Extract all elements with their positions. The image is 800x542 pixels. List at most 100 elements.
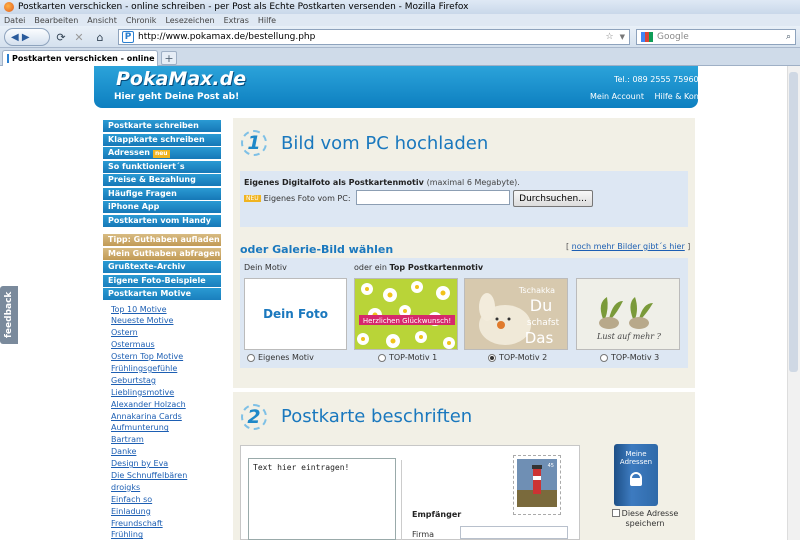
- top-motif-3-thumb[interactable]: Lust auf mehr ?: [576, 278, 680, 350]
- motive-link[interactable]: Ostermaus: [103, 340, 221, 352]
- own-motif-label: Dein Motiv: [244, 263, 287, 272]
- sidebar-item-motive[interactable]: Postkarten Motive: [103, 288, 221, 300]
- motive-link[interactable]: Einfach so: [103, 495, 221, 507]
- motive-link[interactable]: Bartram: [103, 435, 221, 447]
- gallery-heading: oder Galerie-Bild wählen: [240, 243, 394, 256]
- motive-link[interactable]: Lieblingsmotive: [103, 388, 221, 400]
- reload-icon[interactable]: ⟳: [54, 29, 68, 45]
- motive-link[interactable]: Geburtstag: [103, 376, 221, 388]
- svg-text:45: 45: [548, 463, 554, 469]
- radio-label: TOP-Motiv 3: [611, 353, 660, 362]
- url-bar[interactable]: P http://www.pokamax.de/bestellung.php ☆…: [118, 29, 630, 45]
- sidebar-item-klappkarte[interactable]: Klappkarte schreiben: [103, 133, 221, 146]
- sidebar-item-guthaben-aufladen[interactable]: Tipp: Guthaben aufladen: [103, 234, 221, 246]
- new-tab-button[interactable]: +: [161, 51, 177, 65]
- menu-extras[interactable]: Extras: [224, 16, 249, 25]
- top-motif-2-thumb[interactable]: Tschakka Du schafst Das: [464, 278, 568, 350]
- menu-hilfe[interactable]: Hilfe: [258, 16, 276, 25]
- motive-link[interactable]: Annakarina Cards: [103, 412, 221, 424]
- new-badge: NEU: [244, 195, 261, 202]
- file-path-input[interactable]: [356, 190, 510, 205]
- dropdown-arrow-icon[interactable]: ▼: [620, 33, 625, 41]
- own-photo-thumb[interactable]: Dein Foto: [244, 278, 347, 350]
- motive-link[interactable]: droigks: [103, 483, 221, 495]
- radio-top-motif-1[interactable]: TOP-Motiv 1: [378, 353, 437, 362]
- sidebar-item-label: Preise & Bezahlung: [108, 175, 196, 184]
- company-input[interactable]: [460, 526, 568, 539]
- tab-active[interactable]: Postkarten verschicken - online schr...: [2, 50, 158, 66]
- browse-button[interactable]: Durchsuchen...: [513, 190, 593, 207]
- menu-bearbeiten[interactable]: Bearbeiten: [34, 16, 78, 25]
- search-placeholder[interactable]: Google: [657, 32, 689, 42]
- motive-link[interactable]: Ostern Top Motive: [103, 352, 221, 364]
- sidebar-item-faq[interactable]: Häufige Fragen: [103, 187, 221, 200]
- motive-link[interactable]: Design by Eva: [103, 459, 221, 471]
- sidebar-item-iphone[interactable]: iPhone App: [103, 201, 221, 213]
- plush-bunny-image: Tschakka Du schafst Das: [479, 286, 560, 347]
- sidebar-item-postkarte-schreiben[interactable]: Postkarte schreiben: [103, 120, 221, 132]
- menu-lesezeichen[interactable]: Lesezeichen: [165, 16, 214, 25]
- motive-link[interactable]: Ostern: [103, 328, 221, 340]
- help-contact-link[interactable]: Hilfe & Kontakt: [655, 92, 715, 101]
- top-motif-label: oder ein Top Postkartenmotiv: [354, 263, 483, 272]
- home-icon[interactable]: ⌂: [92, 29, 108, 45]
- back-icon[interactable]: ◀: [11, 32, 19, 43]
- radio-own-motif-button[interactable]: [247, 353, 255, 362]
- sidebar-item-label: So funktioniert´s: [108, 161, 185, 171]
- feedback-tab[interactable]: feedback: [0, 286, 18, 344]
- bookmark-star-icon[interactable]: ☆: [606, 32, 614, 42]
- radio-top-motif-3[interactable]: TOP-Motiv 3: [600, 353, 659, 362]
- motive-link[interactable]: Alexander Holzach: [103, 400, 221, 412]
- motive-link[interactable]: Einladung: [103, 507, 221, 519]
- tab-title[interactable]: Postkarten verschicken - online schr...: [12, 54, 157, 63]
- scrollbar-thumb[interactable]: [789, 72, 798, 372]
- step1-title: Bild vom PC hochladen: [281, 133, 489, 154]
- address-book-button[interactable]: Meine Adressen: [614, 444, 658, 506]
- sidebar-item-adressen[interactable]: Adressen neu: [103, 147, 221, 159]
- radio-top-motif-2[interactable]: TOP-Motiv 2: [488, 353, 547, 362]
- motive-link[interactable]: Frühlingsgefühle: [103, 364, 221, 376]
- tab-favicon: [7, 54, 9, 63]
- stamp: 45: [513, 455, 561, 515]
- upload-label: Eigenes Foto vom PC:: [263, 194, 351, 203]
- sidebar-item-grusstexte[interactable]: Grußtexte-Archiv: [103, 261, 221, 273]
- sidebar-item-guthaben-abfragen[interactable]: Mein Guthaben abfragen: [103, 247, 221, 260]
- top-motif-text: Top Postkartenmotiv: [389, 263, 484, 272]
- radio-top-motif-2-button[interactable]: [488, 353, 496, 362]
- message-textarea[interactable]: Text hier eintragen!: [248, 458, 396, 540]
- site-logo[interactable]: PokaMax.de: [116, 68, 246, 90]
- top-motif-1-thumb[interactable]: Herzlichen Glückwunsch!: [354, 278, 458, 350]
- menu-datei[interactable]: Datei: [4, 16, 25, 25]
- sidebar-item-foto-beispiele[interactable]: Eigene Foto-Beispiele: [103, 274, 221, 287]
- firefox-icon: [4, 2, 14, 12]
- upload-heading: Eigenes Digitalfoto als Postkartenmotiv …: [244, 178, 520, 187]
- more-images-link[interactable]: noch mehr Bilder gibt´s hier: [572, 242, 685, 251]
- forward-icon[interactable]: ▶: [22, 32, 30, 43]
- sidebar-item-handy[interactable]: Postkarten vom Handy: [103, 214, 221, 227]
- menu-ansicht[interactable]: Ansicht: [87, 16, 117, 25]
- search-icon[interactable]: ⌕: [786, 32, 791, 42]
- motive-link[interactable]: Top 10 Motive: [103, 305, 221, 317]
- motive-link[interactable]: Danke: [103, 447, 221, 459]
- back-forward-button[interactable]: ◀ ▶: [4, 28, 50, 46]
- menu-chronik[interactable]: Chronik: [126, 16, 157, 25]
- sidebar-item-label: Klappkarte schreiben: [108, 134, 205, 144]
- save-address-checkbox-row[interactable]: Diese Adresse speichern: [606, 509, 684, 529]
- radio-own-motif[interactable]: Eigenes Motiv: [247, 353, 314, 362]
- motive-link[interactable]: Aufmunterung: [103, 423, 221, 435]
- motive-link[interactable]: Frühling: [103, 530, 221, 542]
- stop-icon[interactable]: ✕: [72, 29, 86, 45]
- save-address-checkbox[interactable]: [611, 509, 620, 517]
- sidebar-item-preise[interactable]: Preise & Bezahlung: [103, 174, 221, 186]
- motive-link[interactable]: Freundschaft: [103, 519, 221, 531]
- search-box[interactable]: Google ⌕: [636, 29, 796, 45]
- motif1-caption: Herzlichen Glückwunsch!: [363, 317, 451, 325]
- url-text[interactable]: http://www.pokamax.de/bestellung.php: [138, 32, 315, 42]
- sidebar-item-so-funktionierts[interactable]: So funktioniert´s: [103, 160, 221, 173]
- motive-link[interactable]: Die Schnuffelbären: [103, 471, 221, 483]
- account-link[interactable]: Mein Account: [590, 92, 644, 101]
- motive-link[interactable]: Neueste Motive: [103, 316, 221, 328]
- sidebar-item-label: Mein Guthaben abfragen: [108, 248, 221, 258]
- radio-top-motif-1-button[interactable]: [378, 353, 386, 362]
- radio-top-motif-3-button[interactable]: [600, 353, 608, 362]
